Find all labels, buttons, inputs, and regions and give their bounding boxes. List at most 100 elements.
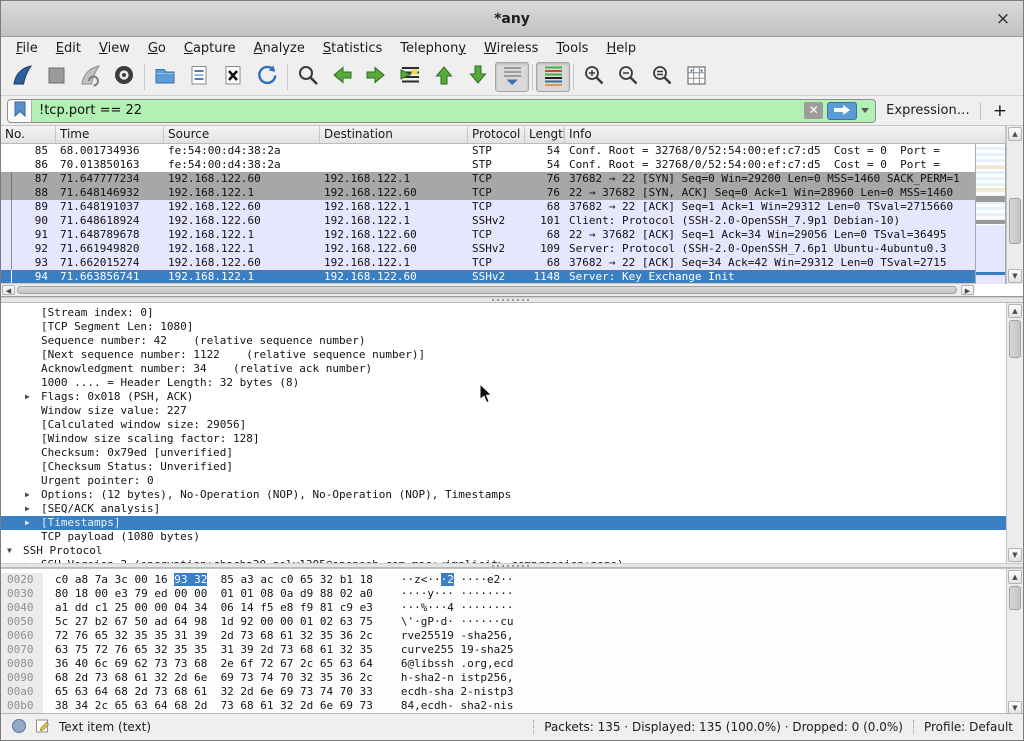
filter-clear-button[interactable]: ✕ bbox=[804, 102, 823, 119]
packet-row[interactable]: 89 71.648191037 192.168.122.60 192.168.1… bbox=[1, 200, 975, 214]
scrollbar-thumb[interactable] bbox=[1009, 320, 1021, 358]
expander-triangle-icon[interactable]: ▶ bbox=[25, 390, 41, 404]
expander-triangle-icon[interactable] bbox=[25, 474, 41, 488]
scrollbar-thumb[interactable] bbox=[17, 286, 957, 294]
column-header-destination[interactable]: Destination bbox=[320, 126, 468, 143]
detail-row[interactable]: Acknowledgment number: 34 (relative ack … bbox=[1, 362, 1006, 376]
detail-row[interactable]: TCP payload (1080 bytes) bbox=[1, 530, 1006, 544]
detail-row[interactable]: [Next sequence number: 1122 (relative se… bbox=[1, 348, 1006, 362]
hex-vertical-scrollbar[interactable]: ▲ ▼ bbox=[1006, 569, 1023, 715]
detail-row[interactable]: Urgent pointer: 0 bbox=[1, 474, 1006, 488]
expander-triangle-icon[interactable] bbox=[25, 362, 41, 376]
zoom-out-button[interactable] bbox=[611, 62, 645, 92]
packet-row[interactable]: 90 71.648618924 192.168.122.60 192.168.1… bbox=[1, 214, 975, 228]
resize-columns-button[interactable] bbox=[679, 62, 713, 92]
hex-row[interactable]: 0090 68 2d 73 68 61 32 2d 6e 69 73 74 70… bbox=[1, 671, 1006, 685]
scroll-left-arrow[interactable]: ◀ bbox=[2, 285, 15, 295]
detail-row[interactable]: ▶ [Timestamps] bbox=[1, 516, 1006, 530]
expander-triangle-icon[interactable]: ▼ bbox=[7, 544, 23, 558]
scroll-up-arrow[interactable]: ▲ bbox=[1008, 127, 1022, 141]
packet-row[interactable]: 94 71.663856741 192.168.122.1 192.168.12… bbox=[1, 270, 975, 284]
hex-row[interactable]: 0050 5c 27 b2 67 50 ad 64 98 1d 92 00 00… bbox=[1, 615, 1006, 629]
expander-triangle-icon[interactable] bbox=[25, 348, 41, 362]
hex-row[interactable]: 0040 a1 dd c1 25 00 00 04 34 06 14 f5 e8… bbox=[1, 601, 1006, 615]
filter-apply-button[interactable] bbox=[827, 102, 857, 120]
detail-row[interactable]: 1000 .... = Header Length: 32 bytes (8) bbox=[1, 376, 1006, 390]
expert-info-icon[interactable] bbox=[11, 718, 27, 737]
reload-file-button[interactable] bbox=[250, 62, 284, 92]
restart-capture-button[interactable] bbox=[73, 62, 107, 92]
detail-row[interactable]: Sequence number: 42 (relative sequence n… bbox=[1, 334, 1006, 348]
expander-triangle-icon[interactable] bbox=[25, 320, 41, 334]
detail-row[interactable]: [Stream index: 0] bbox=[1, 306, 1006, 320]
detail-row[interactable]: ▶ Flags: 0x018 (PSH, ACK) bbox=[1, 390, 1006, 404]
scroll-up-arrow[interactable]: ▲ bbox=[1008, 570, 1022, 584]
filter-bookmark-button[interactable] bbox=[8, 100, 32, 122]
zoom-in-button[interactable] bbox=[577, 62, 611, 92]
hex-row[interactable]: 0080 36 40 6c 69 62 73 73 68 2e 6f 72 67… bbox=[1, 657, 1006, 671]
detail-row[interactable]: ▶ Options: (12 bytes), No-Operation (NOP… bbox=[1, 488, 1006, 502]
expander-triangle-icon[interactable] bbox=[25, 404, 41, 418]
detail-row[interactable]: Checksum: 0x79ed [unverified] bbox=[1, 446, 1006, 460]
expander-triangle-icon[interactable] bbox=[25, 376, 41, 390]
details-vertical-scrollbar[interactable]: ▲ ▼ bbox=[1006, 303, 1023, 563]
close-file-button[interactable] bbox=[216, 62, 250, 92]
menu-item[interactable]: Edit bbox=[47, 39, 90, 58]
menu-item[interactable]: Capture bbox=[175, 39, 245, 58]
scroll-down-arrow[interactable]: ▼ bbox=[1008, 548, 1022, 562]
detail-row[interactable]: [TCP Segment Len: 1080] bbox=[1, 320, 1006, 334]
detail-row[interactable]: ▼ SSH Protocol bbox=[1, 544, 1006, 558]
profile-status[interactable]: Profile: Default bbox=[924, 720, 1013, 734]
column-header-time[interactable]: Time bbox=[56, 126, 164, 143]
colorize-toggle-button[interactable] bbox=[536, 62, 570, 92]
column-header-no[interactable]: No. bbox=[1, 126, 56, 143]
detail-row[interactable]: [Calculated window size: 29056] bbox=[1, 418, 1006, 432]
scrollbar-thumb[interactable] bbox=[1009, 586, 1021, 610]
zoom-reset-button[interactable] bbox=[645, 62, 679, 92]
expander-triangle-icon[interactable] bbox=[25, 530, 41, 544]
menu-item[interactable]: Statistics bbox=[314, 39, 391, 58]
detail-row[interactable]: [Checksum Status: Unverified] bbox=[1, 460, 1006, 474]
expander-triangle-icon[interactable] bbox=[25, 334, 41, 348]
stop-capture-button[interactable] bbox=[39, 62, 73, 92]
filter-history-caret[interactable] bbox=[861, 108, 869, 113]
hex-row[interactable]: 0020 c0 a8 7a 3c 00 16 93 32 85 a3 ac c0… bbox=[1, 573, 1006, 587]
previous-packet-button[interactable] bbox=[325, 62, 359, 92]
expander-triangle-icon[interactable]: ▶ bbox=[25, 502, 41, 516]
menu-item[interactable]: Help bbox=[597, 39, 645, 58]
menu-item[interactable]: Telephony bbox=[391, 39, 475, 58]
packet-list-horizontal-scrollbar[interactable]: ◀ ▶ bbox=[1, 283, 975, 296]
detail-row[interactable]: ▶ [SEQ/ACK analysis] bbox=[1, 502, 1006, 516]
scroll-up-arrow[interactable]: ▲ bbox=[1008, 304, 1022, 318]
menu-item[interactable]: Wireless bbox=[475, 39, 547, 58]
expander-triangle-icon[interactable]: ▶ bbox=[25, 488, 41, 502]
hex-row[interactable]: 00a0 65 63 64 68 2d 73 68 61 32 2d 6e 69… bbox=[1, 685, 1006, 699]
first-packet-button[interactable] bbox=[427, 62, 461, 92]
hex-row[interactable]: 0060 72 76 65 32 35 35 31 39 2d 73 68 61… bbox=[1, 629, 1006, 643]
detail-row[interactable]: [Window size scaling factor: 128] bbox=[1, 432, 1006, 446]
last-packet-button[interactable] bbox=[461, 62, 495, 92]
scroll-down-arrow[interactable]: ▼ bbox=[1008, 269, 1022, 283]
menu-item[interactable]: Tools bbox=[547, 39, 597, 58]
start-capture-button[interactable] bbox=[5, 62, 39, 92]
expander-triangle-icon[interactable] bbox=[25, 446, 41, 460]
packet-row[interactable]: 85 68.001734936 fe:54:00:d4:38:2a STP 54… bbox=[1, 144, 975, 158]
close-window-button[interactable]: × bbox=[991, 8, 1015, 30]
save-file-button[interactable] bbox=[182, 62, 216, 92]
capture-options-button[interactable] bbox=[107, 62, 141, 92]
display-filter-field[interactable]: !tcp.port == 22 ✕ bbox=[7, 99, 876, 123]
add-filter-button[interactable]: + bbox=[981, 101, 1017, 121]
column-header-length[interactable]: Length bbox=[525, 126, 565, 143]
menu-item[interactable]: File bbox=[7, 39, 47, 58]
expander-triangle-icon[interactable] bbox=[25, 432, 41, 446]
packet-row[interactable]: 88 71.648146932 192.168.122.1 192.168.12… bbox=[1, 186, 975, 200]
hex-row[interactable]: 0070 63 75 72 76 65 32 35 35 31 39 2d 73… bbox=[1, 643, 1006, 657]
filter-input[interactable]: !tcp.port == 22 bbox=[32, 103, 804, 118]
scrollbar-thumb[interactable] bbox=[1009, 198, 1021, 244]
goto-packet-button[interactable] bbox=[393, 62, 427, 92]
packet-row[interactable]: 92 71.661949820 192.168.122.1 192.168.12… bbox=[1, 242, 975, 256]
packet-row[interactable]: 86 70.013850163 fe:54:00:d4:38:2a STP 54… bbox=[1, 158, 975, 172]
column-header-protocol[interactable]: Protocol bbox=[468, 126, 525, 143]
hex-row[interactable]: 0030 80 18 00 e3 79 ed 00 00 01 01 08 0a… bbox=[1, 587, 1006, 601]
column-header-source[interactable]: Source bbox=[164, 126, 320, 143]
